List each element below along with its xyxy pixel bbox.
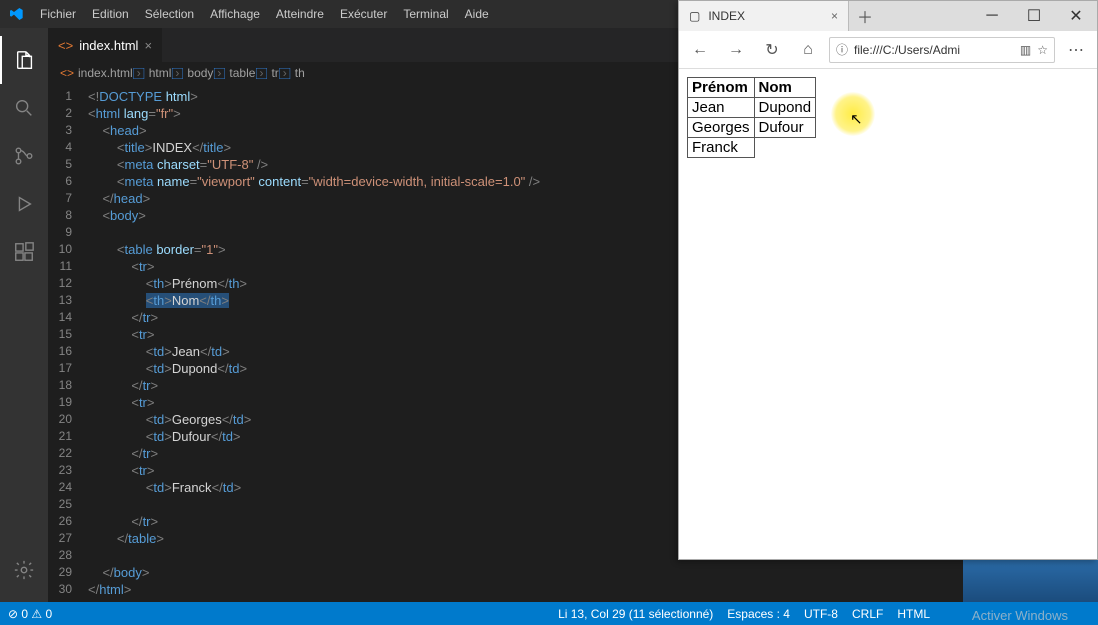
status-encoding[interactable]: UTF-8	[804, 607, 838, 621]
line-numbers: 1234567891011121314151617181920212223242…	[48, 88, 88, 598]
close-tab-icon[interactable]: ×	[144, 38, 152, 53]
table-cell: Dupond	[754, 98, 816, 118]
refresh-button[interactable]: ↻	[757, 35, 787, 65]
url-text: file:///C:/Users/Admi	[854, 43, 1014, 57]
status-lang[interactable]: HTML	[897, 607, 930, 621]
search-icon[interactable]	[0, 84, 48, 132]
status-spaces[interactable]: Espaces : 4	[727, 607, 790, 621]
table-cell: Jean	[688, 98, 755, 118]
minimize-button[interactable]: ─	[971, 1, 1013, 31]
table-row: Franck	[688, 138, 816, 158]
editor-tab-index[interactable]: <> index.html ×	[48, 28, 163, 62]
menu-terminal[interactable]: Terminal	[395, 7, 456, 21]
table-header: Nom	[754, 78, 816, 98]
browser-tab[interactable]: ▢ INDEX ×	[679, 1, 849, 31]
menu-affichage[interactable]: Affichage	[202, 7, 268, 21]
html-file-icon: <>	[58, 38, 73, 53]
more-button[interactable]: ⋯	[1061, 35, 1091, 65]
table-cell: Franck	[688, 138, 755, 158]
close-window-button[interactable]: ✕	[1055, 1, 1097, 31]
extensions-icon[interactable]	[0, 228, 48, 276]
address-bar[interactable]: ⓘ file:///C:/Users/Admi ▥ ☆	[829, 37, 1055, 63]
menu-aide[interactable]: Aide	[457, 7, 497, 21]
back-button[interactable]: ←	[685, 35, 715, 65]
favorite-icon[interactable]: ☆	[1037, 43, 1048, 57]
table-row: GeorgesDufour	[688, 118, 816, 138]
status-eol[interactable]: CRLF	[852, 607, 883, 621]
maximize-button[interactable]: ☐	[1013, 1, 1055, 31]
bc-th[interactable]: ⃞th	[291, 65, 305, 82]
forward-button[interactable]: →	[721, 35, 751, 65]
debug-icon[interactable]	[0, 180, 48, 228]
menu-selection[interactable]: Sélection	[137, 7, 202, 21]
settings-icon[interactable]	[0, 546, 48, 594]
explorer-icon[interactable]	[0, 36, 48, 84]
browser-window: ▢ INDEX × ＋ ─ ☐ ✕ ← → ↻ ⌂ ⓘ file:///C:/U…	[678, 0, 1098, 560]
home-button[interactable]: ⌂	[793, 35, 823, 65]
vscode-logo-icon	[8, 6, 24, 22]
menu-fichier[interactable]: Fichier	[32, 7, 84, 21]
new-tab-button[interactable]: ＋	[849, 1, 881, 31]
browser-content: PrénomNomJeanDupondGeorgesDufourFranck	[679, 69, 1097, 166]
table-row: JeanDupond	[688, 98, 816, 118]
rendered-table: PrénomNomJeanDupondGeorgesDufourFranck	[687, 77, 816, 158]
page-icon: ▢	[689, 9, 700, 23]
status-bar: ⊘ 0 ⚠ 0 Li 13, Col 29 (11 sélectionné) E…	[0, 602, 1098, 625]
menu-executer[interactable]: Exécuter	[332, 7, 395, 21]
bc-file[interactable]: <>index.html	[60, 66, 133, 80]
menu-edition[interactable]: Edition	[84, 7, 137, 21]
browser-tab-title: INDEX	[708, 9, 745, 23]
activate-windows-watermark: Activer Windows	[972, 608, 1068, 623]
status-cursor[interactable]: Li 13, Col 29 (11 sélectionné)	[558, 607, 713, 621]
menu-atteindre[interactable]: Atteindre	[268, 7, 332, 21]
table-cell: Georges	[688, 118, 755, 138]
bc-html[interactable]: ⃞html	[145, 65, 172, 82]
info-icon[interactable]: ⓘ	[836, 41, 848, 58]
source-control-icon[interactable]	[0, 132, 48, 180]
browser-titlebar: ▢ INDEX × ＋ ─ ☐ ✕	[679, 1, 1097, 31]
bc-body[interactable]: ⃞body	[183, 65, 213, 82]
windows-taskbar[interactable]	[963, 560, 1098, 602]
table-cell: Dufour	[754, 118, 816, 138]
tab-label: index.html	[79, 38, 138, 53]
browser-tab-close-icon[interactable]: ×	[831, 9, 838, 23]
activity-bar	[0, 28, 48, 602]
bc-table[interactable]: ⃞table	[225, 65, 255, 82]
browser-toolbar: ← → ↻ ⌂ ⓘ file:///C:/Users/Admi ▥ ☆ ⋯	[679, 31, 1097, 69]
table-header: Prénom	[688, 78, 755, 98]
status-problems[interactable]: ⊘ 0 ⚠ 0	[8, 607, 52, 621]
reading-view-icon[interactable]: ▥	[1020, 43, 1031, 57]
bc-tr[interactable]: ⃞tr	[267, 65, 278, 82]
